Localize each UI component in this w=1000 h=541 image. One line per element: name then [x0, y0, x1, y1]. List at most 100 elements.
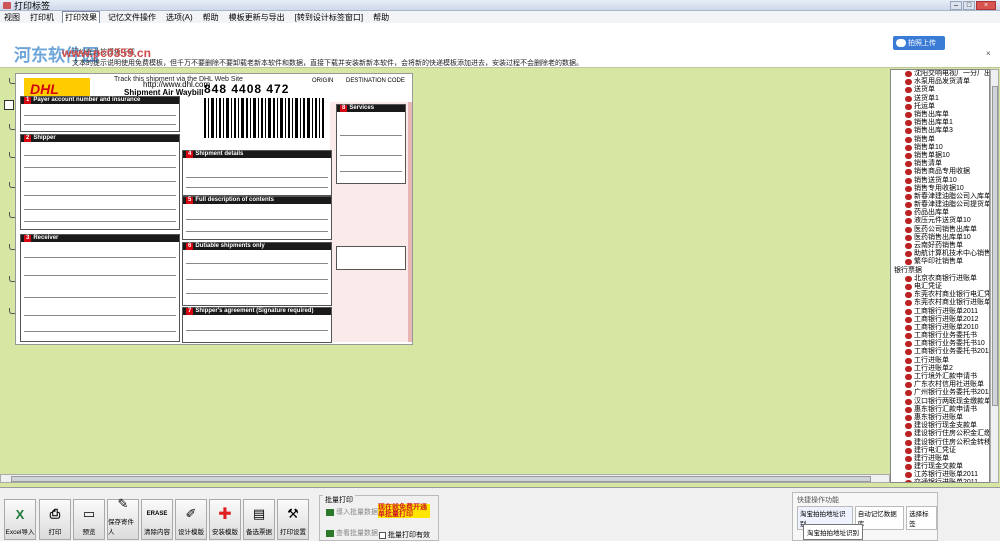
tree-item[interactable]: 销售单	[891, 136, 989, 144]
barcode-icon	[204, 98, 324, 138]
tree-item-label: 工商银行业务委托书	[914, 332, 977, 340]
section-shipment-details[interactable]: 4 Shipment details	[182, 150, 332, 196]
excel-import-button[interactable]: X Excel导入	[4, 499, 36, 540]
taobao-address-button[interactable]: 淘宝拍拍地址识别	[803, 524, 863, 540]
tree-item[interactable]: 建行进账单	[891, 455, 989, 463]
cloud-upload-button[interactable]: 拍照上传	[893, 36, 945, 50]
menu-item-design-window[interactable]: [转到设计标签窗口]	[293, 12, 365, 23]
tree-item[interactable]: 广州银行业务委托书2011	[891, 389, 989, 397]
tree-item-label: 工商银行进账单2011	[914, 307, 979, 315]
view-batch-button[interactable]: 查看批量数据	[326, 528, 378, 538]
menu-item-memory-file[interactable]: 记忆文件操作	[106, 12, 158, 23]
tree-item[interactable]: 液压元件送货单10	[891, 217, 989, 225]
tree-item-label: 新春津建油脂公司提货单	[914, 201, 990, 209]
tree-item[interactable]: 销售商品专用收据	[891, 168, 989, 176]
clear-content-button[interactable]: ERASE 清除内容	[141, 499, 173, 540]
tree-category[interactable]: 银行票据	[891, 267, 989, 275]
tree-item[interactable]: 交通银行进账单2011	[891, 479, 989, 482]
tree-item[interactable]: 工商银行进账单2012	[891, 316, 989, 324]
view-icon	[326, 529, 334, 537]
maximize-button[interactable]: □	[963, 1, 975, 10]
scrollbar-thumb[interactable]	[11, 476, 871, 482]
minimize-button[interactable]: –	[950, 1, 962, 10]
tree-item[interactable]: 工行境外汇款申请书	[891, 373, 989, 381]
canvas-horizontal-scrollbar[interactable]	[0, 474, 890, 483]
tree-item[interactable]: 工商银行进账单2010	[891, 324, 989, 332]
tree-item[interactable]: 惠东银行进账单	[891, 414, 989, 422]
menu-item-print-effect[interactable]: 打印效果	[62, 10, 100, 24]
tab-select-label[interactable]: 选择标签	[906, 506, 937, 530]
template-icon	[905, 103, 912, 110]
tree-item-label: 建行进账单	[914, 454, 949, 462]
menu-item-help[interactable]: 帮助	[201, 12, 221, 23]
tree-item[interactable]: 销售出库单	[891, 111, 989, 119]
tree-item[interactable]: 工行进账单2	[891, 365, 989, 373]
tree-item[interactable]: 工商银行进账单2011	[891, 307, 989, 315]
section-agreement[interactable]: 7 Shipper's agreement (Signature required…	[182, 307, 332, 343]
template-icon	[905, 251, 912, 258]
batch-print-checkbox[interactable]: 批量打印有效	[379, 530, 430, 540]
menu-item-options[interactable]: 选项(A)	[164, 12, 195, 23]
tree-item[interactable]: 建行电汇凭证	[891, 447, 989, 455]
print-settings-button[interactable]: ⚒ 打印设置	[277, 499, 309, 540]
scrollbar-thumb[interactable]	[992, 86, 998, 406]
tree-item[interactable]: 销售单10	[891, 144, 989, 152]
tree-item[interactable]: 工商银行业务委托书2011	[891, 348, 989, 356]
tree-item-label: 销售商品专用收据	[914, 168, 970, 176]
template-list-scrollbar[interactable]	[990, 69, 999, 483]
tree-item[interactable]: 沈阳交响电视厂一分厂出库单	[891, 70, 989, 78]
section-contents[interactable]: 5 Full description of contents	[182, 196, 332, 240]
save-sender-button[interactable]: ✎ 保存寄件人	[107, 496, 139, 540]
tree-item[interactable]: 销售专用收据10	[891, 185, 989, 193]
tree-item[interactable]: 新春津建油脂公司提货单	[891, 201, 989, 209]
close-info-icon[interactable]: ×	[986, 49, 991, 58]
checkbox-icon[interactable]	[379, 531, 386, 539]
design-template-button[interactable]: ✐ 设计模版	[175, 499, 207, 540]
template-icon	[905, 341, 912, 348]
section-payer[interactable]: 1 Payer account number and insurance	[20, 96, 180, 132]
template-tree[interactable]: 沈阳交响电视厂一分厂出库单水泵用品发货清单送货单送货单1托运单销售出库单销售出库…	[890, 69, 990, 483]
tree-item[interactable]: 工行进账单	[891, 357, 989, 365]
tree-item[interactable]: 建设银行住房公积金转移通	[891, 438, 989, 446]
tree-item[interactable]: 工商银行业务委托书	[891, 332, 989, 340]
install-template-button[interactable]: ✚ 安装模版	[209, 499, 241, 540]
tree-item[interactable]: 北京农商银行进账单	[891, 275, 989, 283]
tree-item[interactable]: 电汇凭证	[891, 283, 989, 291]
preview-button[interactable]: ▭ 预览	[73, 499, 105, 540]
select-handle[interactable]	[4, 100, 14, 110]
tree-item[interactable]: 惠东银行汇款申请书	[891, 406, 989, 414]
tree-item[interactable]: 建行现金交款单	[891, 463, 989, 471]
tree-item[interactable]: 东莞农村商业银行进账单	[891, 299, 989, 307]
tree-item[interactable]: 水泵用品发货清单	[891, 78, 989, 86]
tree-item[interactable]: 送货单	[891, 86, 989, 94]
origin-label: ORIGIN	[312, 78, 334, 84]
tree-item[interactable]: 医药销售出库单10	[891, 234, 989, 242]
tree-item[interactable]: 建设银行住房公积金汇缴书	[891, 430, 989, 438]
tree-item[interactable]: 托运单	[891, 103, 989, 111]
section-receiver[interactable]: 3 Receiver	[20, 234, 180, 342]
tree-item[interactable]: 销售送货单10	[891, 176, 989, 184]
import-batch-button[interactable]: 導入批量数据	[326, 507, 378, 517]
close-button[interactable]: ×	[976, 1, 996, 10]
tree-item[interactable]: 医药公司销售出库单	[891, 226, 989, 234]
tree-item[interactable]: 云南好药销售单	[891, 242, 989, 250]
tree-item[interactable]: 汉口银行两联现金缴款单	[891, 398, 989, 406]
menu-item-template-export[interactable]: 模板更新与导出	[227, 12, 287, 23]
alternate-bills-button[interactable]: ▤ 备选票据	[243, 499, 275, 540]
batch-promo-text[interactable]: 现在就免费开通单批量打印	[378, 504, 430, 518]
tree-item[interactable]: 销售单据10	[891, 152, 989, 160]
menu-item-view[interactable]: 视图	[2, 12, 22, 23]
tree-item[interactable]: 繁华印社销售单	[891, 258, 989, 266]
section-services[interactable]: 8 Services	[336, 104, 406, 184]
tree-item[interactable]: 新春津建油脂公司入库单	[891, 193, 989, 201]
waybill-template[interactable]: DHL Track this shipment via the DHL Web …	[15, 73, 413, 345]
section-shipper[interactable]: 2 Shipper	[20, 134, 180, 230]
section-dutiable[interactable]: 6 Dutiable shipments only	[182, 242, 332, 306]
tree-item[interactable]: 销售出库单3	[891, 127, 989, 135]
cloud-icon	[896, 39, 906, 47]
menu-item-help-2[interactable]: 帮助	[371, 12, 391, 23]
print-button[interactable]: ⎙ 打印	[39, 499, 71, 540]
tree-item[interactable]: 送货单1	[891, 95, 989, 103]
menu-item-printer[interactable]: 打印机	[28, 12, 56, 23]
template-icon	[905, 447, 912, 454]
